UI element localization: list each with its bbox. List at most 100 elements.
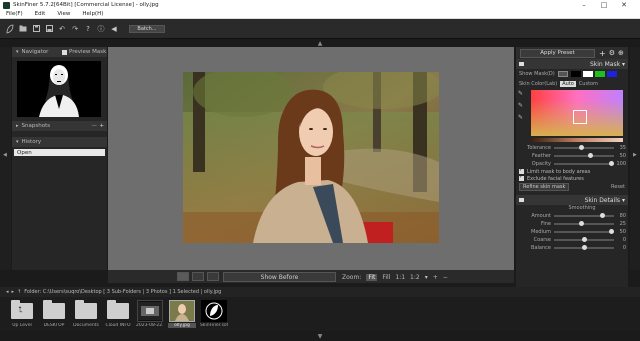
apply-preset-dropdown[interactable]: Apply Preset: [520, 48, 595, 58]
maximize-icon[interactable]: □: [596, 0, 612, 10]
collapse-left-icon[interactable]: ◀: [3, 152, 7, 158]
mask-mode-green-button[interactable]: [594, 71, 605, 77]
eyedropper-remove-icon[interactable]: ✎: [518, 114, 523, 121]
filmstrip-item-olly[interactable]: olly.jpg: [168, 297, 196, 331]
reset-button[interactable]: Reset: [611, 184, 625, 190]
navigator-thumbnail[interactable]: [17, 61, 101, 117]
filmstrip-item-up-level[interactable]: ⮤ Up Level: [8, 297, 36, 331]
auto-button[interactable]: Auto: [560, 80, 576, 87]
toggle-icon[interactable]: [519, 198, 524, 202]
navigator-header[interactable]: ▾ Navigator Preview Mask: [12, 47, 107, 57]
open-folder-icon[interactable]: [19, 25, 27, 33]
slider-knob[interactable]: [579, 221, 584, 226]
slider-knob[interactable]: [582, 237, 587, 242]
slider-balance[interactable]: Balance 0: [516, 244, 628, 252]
menu-edit[interactable]: Edit: [35, 11, 46, 17]
slider-opacity[interactable]: Opacity 100: [516, 160, 628, 168]
mask-mode-gray-button[interactable]: [557, 71, 568, 77]
chevron-left-icon[interactable]: ◂: [6, 289, 9, 295]
slider-fine[interactable]: Fine 25: [516, 220, 628, 228]
slider-knob[interactable]: [582, 245, 587, 250]
gear-icon[interactable]: ⚙: [609, 49, 615, 57]
skin-mask-header[interactable]: Skin Mask ▾: [516, 59, 628, 69]
remove-snapshot-icon[interactable]: —: [92, 123, 98, 129]
slider-knob[interactable]: [588, 153, 593, 158]
collapse-top-arrow[interactable]: ▲: [0, 39, 640, 47]
skin-color-field[interactable]: [531, 90, 623, 136]
filmstrip-item-photo[interactable]: 2023-08-22...: [136, 297, 164, 331]
slider-feather[interactable]: Feather 50: [516, 152, 628, 160]
info-icon[interactable]: ⓘ: [97, 25, 105, 33]
skin-details-header[interactable]: Skin Details ▾: [516, 195, 628, 205]
split-view-button[interactable]: [192, 272, 204, 281]
zoom-dropdown-icon[interactable]: ▾: [425, 274, 428, 281]
slider-medium[interactable]: Medium 50: [516, 228, 628, 236]
slider-track[interactable]: [554, 153, 614, 158]
zoom-fit-button[interactable]: Fit: [366, 273, 378, 281]
eyedropper-add-icon[interactable]: ✎: [518, 102, 523, 109]
save-as-icon[interactable]: [45, 25, 53, 33]
slider-track[interactable]: [554, 229, 614, 234]
collapse-right-icon[interactable]: ▶: [633, 152, 637, 158]
slider-amount[interactable]: Amount 80: [516, 212, 628, 220]
custom-button[interactable]: Custom: [579, 81, 598, 87]
close-icon[interactable]: ✕: [616, 0, 632, 10]
color-selection-box[interactable]: [573, 110, 587, 124]
megaphone-icon[interactable]: ◀: [110, 25, 118, 33]
slider-tolerance[interactable]: Tolerance 35: [516, 144, 628, 152]
redo-icon[interactable]: ↷: [71, 25, 79, 33]
preview-mask-checkbox[interactable]: Preview Mask: [62, 49, 106, 55]
undo-icon[interactable]: ↶: [58, 25, 66, 33]
slider-knob[interactable]: [579, 145, 584, 150]
slider-track[interactable]: [554, 237, 614, 242]
history-header[interactable]: ▾ History: [12, 137, 107, 147]
image-canvas[interactable]: [108, 47, 514, 270]
checkbox-icon[interactable]: [519, 174, 524, 181]
single-view-button[interactable]: [177, 272, 189, 281]
slider-track[interactable]: [554, 221, 614, 226]
mask-mode-blue-button[interactable]: [606, 71, 617, 77]
zoom-out-icon[interactable]: −: [443, 274, 448, 281]
zoom-in-icon[interactable]: +: [433, 274, 438, 281]
preset-menu-icon[interactable]: ⊕: [618, 49, 624, 57]
minimize-icon[interactable]: –: [576, 0, 592, 10]
show-before-button[interactable]: Show Before: [223, 272, 336, 282]
zoom-1-1-button[interactable]: 1:1: [395, 274, 405, 281]
mask-mode-black-button[interactable]: [570, 71, 581, 77]
filmstrip-item-cloud-info[interactable]: Cloud INFO: [104, 297, 132, 331]
portrait-photo[interactable]: [183, 72, 439, 243]
skin-tone-gradient-bar[interactable]: [531, 138, 623, 142]
limit-mask-checkbox[interactable]: Limit mask to body areas: [516, 167, 628, 175]
slider-knob[interactable]: [609, 161, 614, 166]
toggle-icon[interactable]: [519, 62, 524, 66]
history-item[interactable]: Open: [14, 149, 105, 156]
exclude-facial-checkbox[interactable]: Exclude facial features: [516, 174, 628, 182]
right-collapse-strip[interactable]: ▶: [630, 47, 640, 270]
snapshots-header[interactable]: ▸ Snapshots — +: [12, 121, 107, 131]
add-snapshot-icon[interactable]: +: [99, 123, 104, 129]
save-icon[interactable]: [32, 25, 40, 33]
collapse-bottom-arrow[interactable]: ▼: [0, 331, 640, 341]
zoom-1-2-button[interactable]: 1:2: [410, 274, 420, 281]
menu-view[interactable]: View: [57, 11, 70, 17]
slider-track[interactable]: [554, 145, 614, 150]
menu-file[interactable]: File(F): [6, 11, 23, 17]
filmstrip-item-documents[interactable]: Documents: [72, 297, 100, 331]
slider-knob[interactable]: [600, 213, 605, 218]
eyedropper-icon[interactable]: ✎: [518, 90, 523, 97]
add-preset-icon[interactable]: +: [599, 49, 606, 58]
slider-track[interactable]: [554, 245, 614, 250]
chevron-right-icon[interactable]: ▸: [12, 289, 15, 295]
filmstrip-item-desktop[interactable]: DESKTOP: [40, 297, 68, 331]
slider-track[interactable]: [554, 213, 614, 218]
slider-knob[interactable]: [609, 229, 614, 234]
zoom-fill-button[interactable]: Fill: [382, 274, 390, 281]
menu-help[interactable]: Help(H): [82, 11, 103, 17]
up-arrow-icon[interactable]: ↑: [17, 289, 21, 295]
help-icon[interactable]: ?: [84, 25, 92, 33]
filmstrip-item-skinfiner[interactable]: SkinFiner.sof...: [200, 297, 228, 331]
batch-button[interactable]: Batch...: [129, 24, 165, 33]
mask-mode-white-button[interactable]: [582, 71, 593, 77]
left-collapse-strip[interactable]: ◀: [0, 47, 11, 270]
refine-skin-mask-button[interactable]: Refine skin mask: [519, 183, 570, 191]
